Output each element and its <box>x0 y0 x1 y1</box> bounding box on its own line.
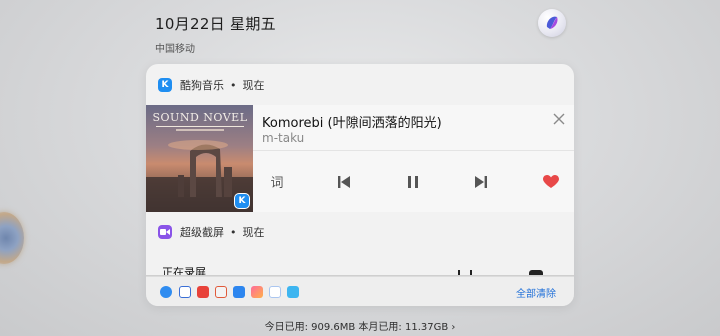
safari-icon[interactable] <box>160 286 172 298</box>
close-icon[interactable] <box>552 112 566 126</box>
photos-icon[interactable] <box>269 286 281 298</box>
kugou-badge-icon: K <box>235 194 249 208</box>
playback-controls: 词 <box>253 151 574 212</box>
notification-header: K 酷狗音乐 • 现在 <box>158 77 265 93</box>
music-player-card[interactable]: SOUND NOVEL K Komorebi (叶隙间洒落的阳光) m-taku… <box>146 105 574 212</box>
notification-time: 现在 <box>242 226 265 239</box>
pause-icon <box>408 175 418 188</box>
carrier-text: 中国移动 <box>155 44 195 55</box>
clear-all-button[interactable]: 全部清除 <box>516 285 556 300</box>
cloud-icon[interactable] <box>233 286 245 298</box>
app-name: 酷狗音乐 <box>180 79 224 92</box>
calendar-icon[interactable] <box>215 286 227 298</box>
next-track-button[interactable] <box>471 151 491 212</box>
album-art: SOUND NOVEL K <box>146 105 253 212</box>
pause-button[interactable] <box>403 151 423 212</box>
floating-ball[interactable] <box>0 212 24 264</box>
like-button[interactable] <box>540 151 562 212</box>
previous-icon <box>338 175 350 188</box>
data-usage-text[interactable]: 今日已用: 909.6MB 本月已用: 11.37GB › <box>0 318 720 333</box>
heart-icon <box>543 174 559 188</box>
messages-icon[interactable] <box>179 286 191 298</box>
kugou-music-icon: K <box>158 78 172 92</box>
lyrics-button[interactable]: 词 <box>266 151 288 212</box>
song-title: Komorebi (叶隙间洒落的阳光) <box>262 116 442 131</box>
song-artist: m-taku <box>262 131 305 145</box>
previous-track-button[interactable] <box>334 151 354 212</box>
separator-dot: • <box>230 225 237 239</box>
notification-header: 超级截屏 • 现在 <box>158 224 265 240</box>
super-screenshot-icon <box>158 225 172 239</box>
app-name: 超级截屏 <box>180 226 224 239</box>
date-text: 10月22日 星期五 <box>155 15 276 33</box>
notification-panel: K 酷狗音乐 • 现在 SOUND NOVEL K Komorebi (叶隙间洒… <box>146 64 574 306</box>
gallery-icon[interactable] <box>251 286 263 298</box>
video-icon[interactable] <box>197 286 209 298</box>
notification-footer: 全部清除 <box>146 276 574 306</box>
notification-time: 现在 <box>242 79 265 92</box>
chat-icon[interactable] <box>287 286 299 298</box>
assistant-icon[interactable] <box>538 9 566 37</box>
separator-dot: • <box>230 78 237 92</box>
next-icon <box>475 175 487 188</box>
